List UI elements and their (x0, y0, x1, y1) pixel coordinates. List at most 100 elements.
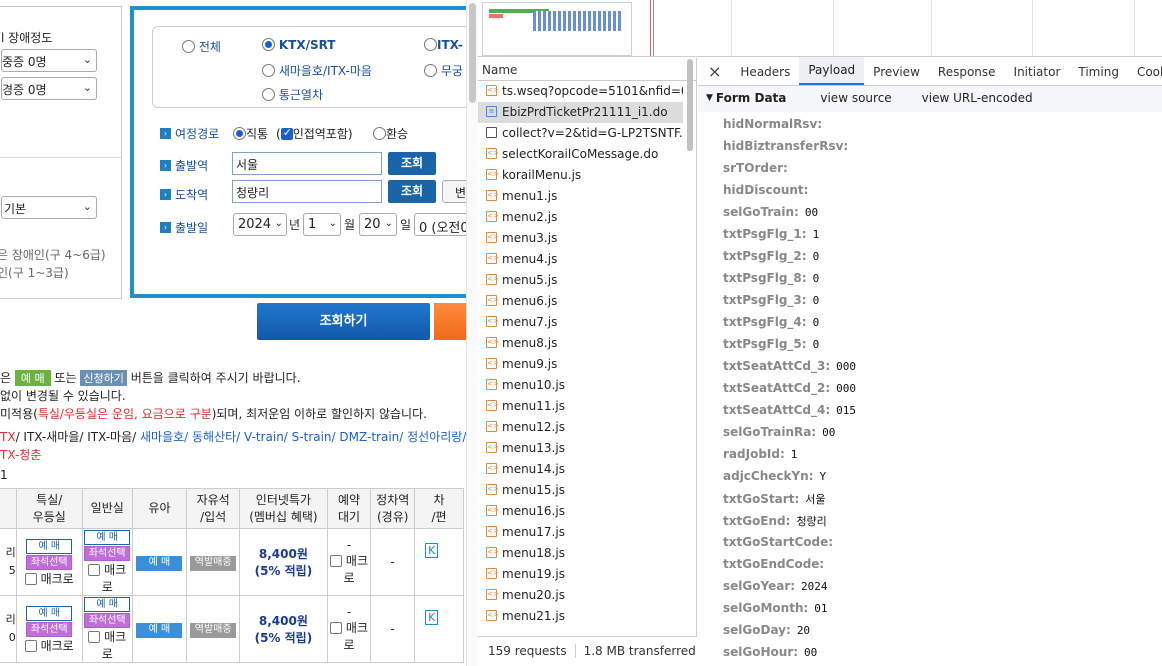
request-row[interactable]: <> menu11.js (478, 396, 683, 417)
request-name: korailMenu.js (502, 168, 582, 182)
request-list-scrollbar[interactable] (686, 58, 695, 642)
wait-macro-checkbox[interactable] (330, 622, 343, 634)
request-row[interactable]: <> korailMenu.js (478, 165, 683, 186)
arrival-lookup-button[interactable]: 조회 (388, 180, 436, 203)
hour-select[interactable]: 0 (오전0 (414, 213, 466, 236)
form-field-key: txtGoEnd: (723, 514, 791, 528)
macro-checkbox[interactable] (88, 564, 101, 576)
train-info-button[interactable]: K (425, 610, 439, 625)
train-type-all[interactable]: 전체 (182, 38, 221, 55)
col-header: 예약 대기 (326, 488, 372, 529)
request-row[interactable]: <> menu20.js (478, 585, 683, 606)
month-select[interactable]: 1 ⌄ (303, 213, 341, 236)
economy-reserve-button[interactable]: 예 매 (84, 597, 131, 612)
request-row[interactable]: <> menu12.js (478, 417, 683, 438)
route-direct[interactable]: 직통 (233, 125, 268, 142)
arrival-input[interactable]: 청량리 (232, 180, 382, 203)
mild-select[interactable]: 경증 0명 ⌄ (1, 77, 97, 100)
macro-checkbox[interactable] (88, 631, 101, 643)
request-row[interactable]: <> menu10.js (478, 375, 683, 396)
secondary-button[interactable] (434, 303, 466, 340)
tab-cookies[interactable]: Cookies (1128, 65, 1162, 85)
tab-headers[interactable]: Headers (731, 65, 799, 85)
script-icon: <> (486, 190, 499, 201)
first-class-seat-button[interactable]: 좌석선택 (26, 621, 73, 637)
request-name: menu17.js (502, 525, 565, 539)
train-type-itx[interactable]: ITX- (424, 38, 463, 52)
request-row[interactable]: <> ts.wseq?opcode=5101&nfid=0... (478, 81, 683, 102)
train-type-mugunghwa[interactable]: 무궁 (424, 62, 463, 79)
economy-seat-button[interactable]: 좌석선택 (84, 546, 131, 561)
infant-reserve-button[interactable]: 예 매 (136, 622, 183, 638)
request-row[interactable]: <> menu15.js (478, 480, 683, 501)
request-row[interactable]: <> menu2.js (478, 207, 683, 228)
form-field-row: txtPsgFlg_1: 1 (698, 224, 1162, 246)
view-source-link[interactable]: view source (820, 91, 891, 112)
form-field-key: selGoYear: (723, 579, 796, 593)
request-row[interactable]: <> menu13.js (478, 438, 683, 459)
form-field-row: txtGoEndCode: (698, 554, 1162, 576)
form-data-fields: hidNormalRsv: hidBiztransferRsv: srTOrder:… (698, 112, 1162, 664)
script-icon: <> (486, 232, 499, 243)
first-class-reserve-button[interactable]: 예 매 (26, 605, 73, 621)
arrow-icon: › (160, 222, 171, 233)
economy-seat-button[interactable]: 좌석선택 (84, 613, 131, 628)
triangle-down-icon[interactable]: ▼ (706, 91, 713, 112)
request-row[interactable]: <> menu4.js (478, 249, 683, 270)
tab-initiator[interactable]: Initiator (1005, 65, 1070, 85)
swap-stations-button[interactable]: 변 (442, 180, 466, 203)
request-row[interactable]: <> menu17.js (478, 522, 683, 543)
form-data-title[interactable]: Form Data (716, 91, 786, 112)
name-column-header[interactable]: Name (478, 58, 696, 81)
tab-timing[interactable]: Timing (1069, 65, 1128, 85)
disability-grade-title: l 장애정도 (1, 31, 53, 45)
tab-response[interactable]: Response (929, 65, 1005, 85)
train-type-commuter[interactable]: 통근열차 (262, 86, 323, 103)
request-row[interactable]: <> menu19.js (478, 564, 683, 585)
network-overview[interactable] (478, 0, 1162, 57)
overview-timeline-thumbnail (482, 2, 632, 56)
search-trains-button[interactable]: 조회하기 (257, 303, 430, 340)
departure-input[interactable]: 서울 (232, 152, 382, 175)
request-row[interactable]: <> menu18.js (478, 543, 683, 564)
route-transfer[interactable]: 환승 (373, 125, 408, 142)
request-row[interactable]: ≡ EbizPrdTicketPr21111_i1.do (478, 102, 683, 123)
close-icon[interactable]: × (698, 62, 731, 85)
wait-macro-checkbox[interactable] (330, 555, 343, 567)
page-scrollbar[interactable] (466, 0, 478, 666)
infant-reserve-button[interactable]: 예 매 (136, 555, 183, 571)
scrollbar-thumb[interactable] (687, 59, 693, 151)
economy-reserve-button[interactable]: 예 매 (84, 530, 131, 545)
request-row[interactable]: <> menu21.js (478, 606, 683, 627)
request-row[interactable]: <> menu16.js (478, 501, 683, 522)
severe-select[interactable]: 중증 0명 ⌄ (1, 49, 97, 72)
request-row[interactable]: <> menu6.js (478, 291, 683, 312)
request-row[interactable]: <> menu3.js (478, 228, 683, 249)
route-adjacent-checkbox[interactable]: (인접역포함) (276, 125, 353, 142)
train-type-saemaeul[interactable]: 새마을호/ITX-마음 (262, 62, 372, 79)
tab-payload[interactable]: Payload (799, 57, 865, 85)
macro-checkbox[interactable] (24, 639, 37, 652)
request-list: <> ts.wseq?opcode=5101&nfid=0... ≡ EbizPrdT… (478, 81, 696, 627)
request-row[interactable]: <> menu7.js (478, 312, 683, 333)
train-type-ktx[interactable]: KTX/SRT (262, 38, 335, 52)
request-row[interactable]: <> menu5.js (478, 270, 683, 291)
request-row[interactable]: <> menu1.js (478, 186, 683, 207)
year-select[interactable]: 2024 ⌄ (233, 213, 287, 236)
train-info-button[interactable]: K (425, 543, 439, 558)
request-row[interactable]: collect?v=2&tid=G-LP2TSNTF... (478, 123, 683, 144)
request-row[interactable]: <> selectKorailCoMessage.do (478, 144, 683, 165)
departure-lookup-button[interactable]: 조회 (388, 152, 436, 175)
macro-checkbox[interactable] (24, 572, 37, 585)
first-class-seat-button[interactable]: 좌석선택 (26, 554, 73, 570)
request-row[interactable]: <> menu14.js (478, 459, 683, 480)
scrollbar-thumb[interactable] (469, 3, 476, 103)
tab-preview[interactable]: Preview (864, 65, 929, 85)
view-url-encoded-link[interactable]: view URL-encoded (922, 91, 1033, 112)
discount-select[interactable]: 기본 ⌄ (1, 196, 97, 219)
transferred-size: 1.8 MB transferred (583, 644, 696, 658)
day-select[interactable]: 20 ⌄ (359, 213, 397, 236)
first-class-reserve-button[interactable]: 예 매 (26, 538, 73, 554)
request-row[interactable]: <> menu9.js (478, 354, 683, 375)
request-row[interactable]: <> menu8.js (478, 333, 683, 354)
